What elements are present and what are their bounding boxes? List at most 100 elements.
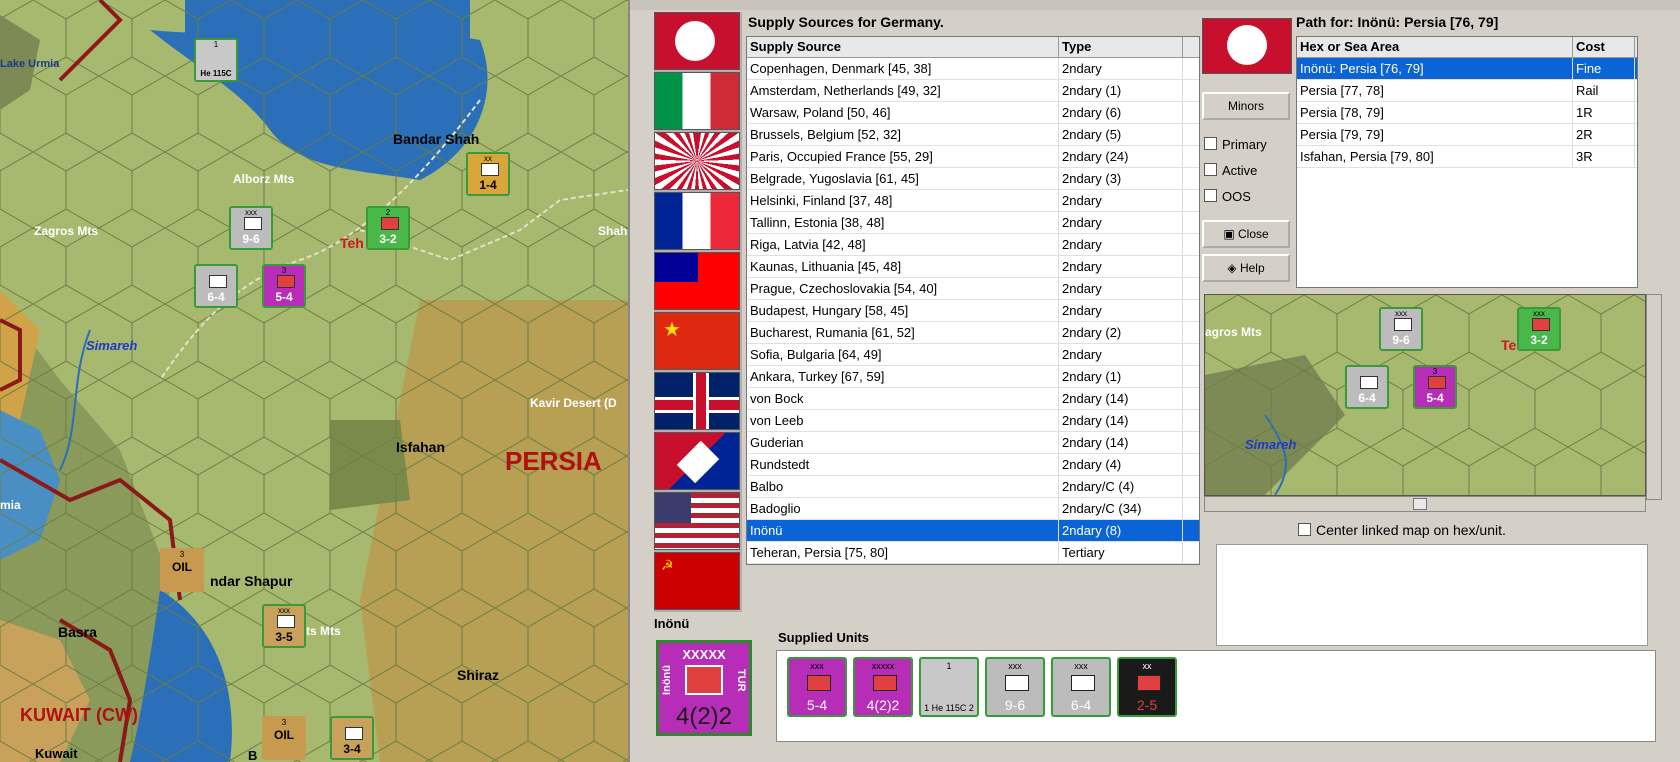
primary-checkbox[interactable]: Primary: [1204, 137, 1267, 152]
map-label-basra: Basra: [58, 624, 97, 640]
minimap-horizontal-scrollbar[interactable]: [1204, 496, 1646, 512]
path-row[interactable]: Persia [77, 78] Rail: [1297, 80, 1637, 102]
table-row[interactable]: Rundstedt 2ndary (4): [747, 454, 1199, 476]
flag-usa[interactable]: [654, 492, 740, 550]
minimap-vertical-scrollbar[interactable]: [1646, 294, 1662, 500]
map-unit-tur-1-4[interactable]: xx 1-4: [466, 152, 510, 196]
table-row[interactable]: Bucharest, Rumania [61, 52] 2ndary (2): [747, 322, 1199, 344]
table-row[interactable]: Teheran, Persia [75, 80] Tertiary: [747, 542, 1199, 564]
unit-size: xx: [484, 154, 492, 163]
path-table[interactable]: Hex or Sea Area Cost Inönü: Persia [76, …: [1296, 36, 1638, 288]
table-row[interactable]: Ankara, Turkey [67, 59] 2ndary (1): [747, 366, 1199, 388]
checkbox-box[interactable]: [1204, 163, 1217, 176]
table-row[interactable]: Prague, Czechoslovakia [54, 40] 2ndary: [747, 278, 1199, 300]
map-oil-1[interactable]: 3 OIL: [160, 548, 204, 592]
supplied-units-list[interactable]: xxx 5-4 xxxxx 4(2)2 1 1 He 115C 2 xxx 9-…: [776, 650, 1656, 742]
table-row[interactable]: Badoglio 2ndary/C (34): [747, 498, 1199, 520]
table-row[interactable]: Kaunas, Lithuania [45, 48] 2ndary: [747, 256, 1199, 278]
flag-commonwealth[interactable]: [654, 372, 740, 430]
table-row[interactable]: Sofia, Bulgaria [64, 49] 2ndary: [747, 344, 1199, 366]
supply-source-cell: Prague, Czechoslovakia [54, 40]: [747, 278, 1059, 299]
path-row[interactable]: Isfahan, Persia [79, 80] 3R: [1297, 146, 1637, 168]
column-header-hex[interactable]: Hex or Sea Area: [1297, 37, 1573, 57]
map-unit-he115c[interactable]: 1 He 115C: [194, 38, 238, 82]
map-label-ts-mts: ts Mts: [306, 624, 341, 638]
unit-strength: 3-2: [1530, 333, 1548, 347]
flag-italy[interactable]: [654, 72, 740, 130]
map-label-bandar-shapur: ndar Shapur: [210, 573, 293, 589]
table-row[interactable]: von Leeb 2ndary (14): [747, 410, 1199, 432]
minimap-label-zagros: agros Mts: [1205, 325, 1262, 339]
help-button[interactable]: ◈ Help: [1202, 254, 1290, 282]
hammer-sickle-icon: ☭: [661, 557, 674, 573]
checkbox-box[interactable]: [1204, 137, 1217, 150]
supplied-unit-3[interactable]: 1 1 He 115C 2: [919, 657, 979, 717]
map-unit-3-5[interactable]: xxx 3-5: [262, 604, 306, 648]
supply-type-cell: 2ndary/C (34): [1059, 498, 1183, 519]
table-row[interactable]: Budapest, Hungary [58, 45] 2ndary: [747, 300, 1199, 322]
unit-symbol: [1360, 376, 1378, 389]
column-header-source[interactable]: Supply Source: [747, 37, 1059, 57]
table-row[interactable]: Balbo 2ndary/C (4): [747, 476, 1199, 498]
table-row[interactable]: Amsterdam, Netherlands [49, 32] 2ndary (1…: [747, 80, 1199, 102]
path-table-header: Hex or Sea Area Cost: [1297, 37, 1637, 58]
unit-symbol: [277, 275, 295, 288]
oos-checkbox[interactable]: OOS: [1204, 189, 1251, 204]
table-row[interactable]: Tallinn, Estonia [38, 48] 2ndary: [747, 212, 1199, 234]
table-row[interactable]: Helsinki, Finland [37, 48] 2ndary: [747, 190, 1199, 212]
flag-germany[interactable]: [654, 12, 740, 70]
active-checkbox[interactable]: Active: [1204, 163, 1257, 178]
path-row[interactable]: Inönü: Persia [76, 79] Fine: [1297, 58, 1637, 80]
title-bar[interactable]: [630, 0, 1680, 10]
close-button[interactable]: ▣ Close: [1202, 220, 1290, 248]
path-row[interactable]: Persia [79, 79] 2R: [1297, 124, 1637, 146]
map-unit-tur-5-4[interactable]: 3 5-4: [262, 264, 306, 308]
map-unit-3-4[interactable]: 3-4: [330, 716, 374, 760]
table-row[interactable]: Belgrade, Yugoslavia [61, 45] 2ndary (3): [747, 168, 1199, 190]
notes-area[interactable]: [1216, 544, 1648, 646]
minimap-unit-6-4[interactable]: 6-4: [1345, 365, 1389, 409]
unit-strength: 6-4: [207, 290, 225, 304]
table-row[interactable]: Inönü 2ndary (8): [747, 520, 1199, 542]
flag-japan[interactable]: [654, 132, 740, 190]
supplied-unit-5[interactable]: xxx 6-4: [1051, 657, 1111, 717]
checkbox-box[interactable]: [1204, 189, 1217, 202]
table-row[interactable]: Copenhagen, Denmark [45, 38] 2ndary: [747, 58, 1199, 80]
minimap-unit-3-2[interactable]: xxx 3-2: [1517, 307, 1561, 351]
flag-nationalist-china[interactable]: [654, 252, 740, 310]
flag-vichy-france[interactable]: [654, 192, 740, 250]
table-row[interactable]: Warsaw, Poland [50, 46] 2ndary (6): [747, 102, 1199, 124]
center-linked-map-checkbox[interactable]: Center linked map on hex/unit.: [1298, 522, 1506, 538]
map-unit-lvii-9-6[interactable]: xxx 9-6: [229, 206, 273, 250]
table-row[interactable]: Guderian 2ndary (14): [747, 432, 1199, 454]
scrollbar-thumb[interactable]: [1413, 498, 1427, 510]
checkbox-box[interactable]: [1298, 523, 1311, 536]
nation-flag-list[interactable]: ★ ☭: [654, 12, 742, 612]
flag-free-france[interactable]: [654, 432, 740, 490]
supplied-unit-4[interactable]: xxx 9-6: [985, 657, 1045, 717]
minors-button[interactable]: Minors: [1202, 92, 1290, 120]
table-row[interactable]: von Bock 2ndary (14): [747, 388, 1199, 410]
selected-unit-counter[interactable]: XXXXX Inönü TUR 4(2)2: [656, 640, 752, 736]
supplied-unit-2[interactable]: xxxxx 4(2)2: [853, 657, 913, 717]
minimap-unit-9-6[interactable]: xxx 9-6: [1379, 307, 1423, 351]
column-header-type[interactable]: Type: [1059, 37, 1183, 57]
map-unit-inonu-3-2[interactable]: 2 3-2: [366, 206, 410, 250]
minimap-unit-5-4[interactable]: 3 5-4: [1413, 365, 1457, 409]
unit-strength: 6-4: [1358, 391, 1376, 405]
map-oil-3[interactable]: 3 OIL: [262, 716, 306, 760]
flag-ussr[interactable]: ☭: [654, 552, 740, 610]
table-row[interactable]: Brussels, Belgium [52, 32] 2ndary (5): [747, 124, 1199, 146]
supply-source-table[interactable]: Supply Source Type Copenhagen, Denmark […: [746, 36, 1200, 565]
supplied-unit-6[interactable]: xx 2-5: [1117, 657, 1177, 717]
linked-minimap[interactable]: agros Mts Simareh Te xxx 9-6 xxx 3-2 6-4…: [1204, 294, 1646, 496]
path-row[interactable]: Persia [78, 79] 1R: [1297, 102, 1637, 124]
flag-communist-china[interactable]: ★: [654, 312, 740, 370]
supplied-unit-1[interactable]: xxx 5-4: [787, 657, 847, 717]
table-row[interactable]: Paris, Occupied France [55, 29] 2ndary (2…: [747, 146, 1199, 168]
column-header-cost[interactable]: Cost: [1573, 37, 1635, 57]
map-label-lake-urmia: Lake Urmia: [0, 58, 60, 70]
map-unit-xlix-6-4[interactable]: 6-4: [194, 264, 238, 308]
table-row[interactable]: Riga, Latvia [42, 48] 2ndary: [747, 234, 1199, 256]
game-map[interactable]: Lake Urmia Bandar Shah Alborz Mts Zagros…: [0, 0, 628, 762]
